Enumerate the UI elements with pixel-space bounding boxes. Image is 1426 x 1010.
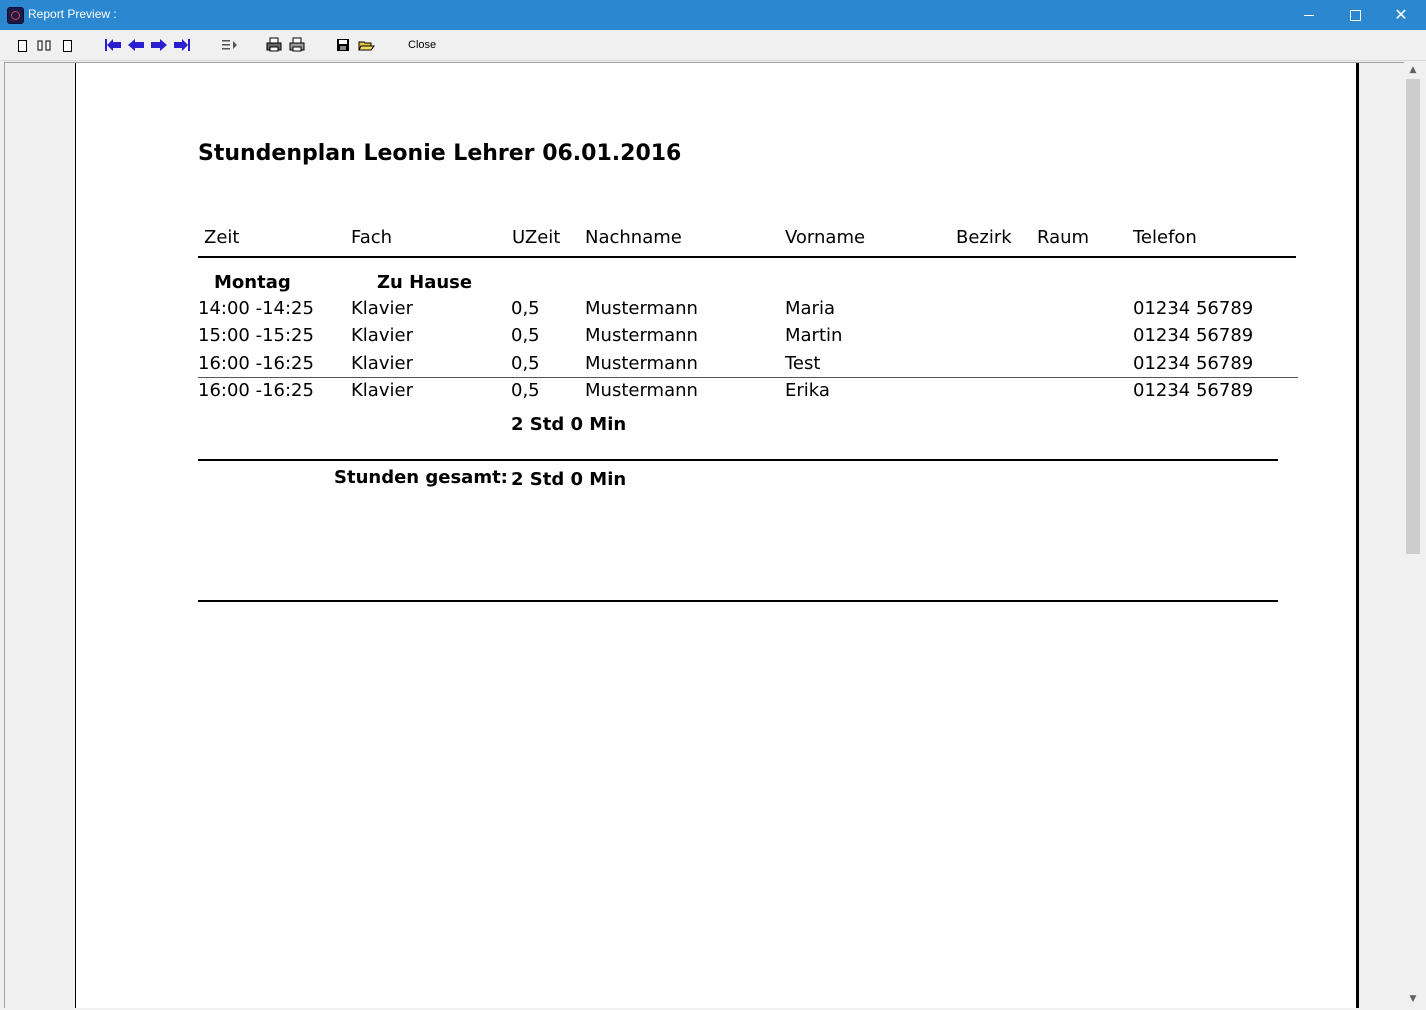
cell-vorname: Test	[785, 353, 821, 374]
column-header-raum: Raum	[1037, 227, 1090, 248]
page-width-icon	[63, 40, 72, 52]
column-header-nachname: Nachname	[585, 227, 682, 248]
scroll-down-button[interactable]: ▼	[1404, 991, 1422, 1007]
close-icon: ✕	[1394, 5, 1408, 24]
toolbar: Close	[0, 30, 1426, 61]
previous-page-icon	[128, 39, 144, 51]
cell-nachname: Mustermann	[585, 353, 698, 374]
cell-zeit: 15:00 -15:25	[198, 325, 314, 346]
total-divider	[198, 459, 1278, 461]
next-page-button[interactable]	[150, 37, 170, 53]
report-page: Stundenplan Leonie Lehrer 06.01.2016 Zei…	[75, 63, 1359, 1008]
group-total: 2 Std 0 Min	[511, 414, 627, 435]
vertical-scrollbar[interactable]: ▲ ▼	[1404, 62, 1422, 1007]
grand-total-value: 2 Std 0 Min	[511, 469, 627, 490]
cell-telefon: 01234 56789	[1133, 325, 1254, 346]
cell-nachname: Mustermann	[585, 380, 698, 401]
cell-uzeit: 0,5	[511, 325, 540, 346]
cell-vorname: Erika	[785, 380, 830, 401]
close-window-button[interactable]: ✕	[1378, 0, 1424, 30]
app-icon	[7, 7, 24, 24]
cell-telefon: 01234 56789	[1133, 380, 1254, 401]
previous-page-button[interactable]	[127, 37, 147, 53]
last-page-icon	[174, 39, 190, 51]
header-divider	[198, 256, 1296, 258]
save-button[interactable]	[334, 37, 354, 53]
cell-zeit: 16:00 -16:25	[198, 380, 314, 401]
save-icon	[337, 39, 349, 51]
cell-nachname: Mustermann	[585, 298, 698, 319]
maximize-button[interactable]	[1332, 0, 1378, 30]
cell-uzeit: 0,5	[511, 380, 540, 401]
cell-fach: Klavier	[351, 325, 413, 346]
preview-area: Stundenplan Leonie Lehrer 06.01.2016 Zei…	[4, 62, 1407, 1008]
column-header-bezirk: Bezirk	[956, 227, 1012, 248]
chevron-down-icon: ▼	[1409, 994, 1417, 1004]
column-header-telefon: Telefon	[1133, 227, 1197, 248]
printer-setup-button[interactable]	[265, 37, 285, 53]
two-pages-button[interactable]	[35, 37, 57, 53]
grand-total-label: Stunden gesamt:	[334, 467, 508, 488]
page-width-button[interactable]	[58, 37, 80, 53]
cell-fach: Klavier	[351, 380, 413, 401]
close-button[interactable]: Close	[408, 39, 436, 51]
cell-zeit: 16:00 -16:25	[198, 353, 314, 374]
single-page-icon	[18, 40, 27, 52]
footer-divider	[198, 600, 1278, 602]
cell-zeit: 14:00 -14:25	[198, 298, 314, 319]
group-location: Zu Hause	[377, 272, 473, 293]
print-button[interactable]	[288, 37, 308, 53]
report-title: Stundenplan Leonie Lehrer 06.01.2016	[198, 141, 682, 166]
first-page-icon	[105, 39, 121, 51]
two-pages-icon	[37, 40, 51, 51]
window-title: Report Preview :	[28, 7, 117, 21]
print-icon	[289, 37, 305, 52]
goto-page-icon	[222, 40, 237, 50]
single-page-button[interactable]	[12, 37, 34, 53]
group-day: Montag	[214, 272, 291, 293]
cell-nachname: Mustermann	[585, 325, 698, 346]
cell-vorname: Martin	[785, 325, 843, 346]
column-header-uzeit: UZeit	[512, 227, 561, 248]
row-separator	[198, 377, 1298, 378]
minimize-button[interactable]	[1286, 0, 1332, 30]
column-header-fach: Fach	[351, 227, 393, 248]
open-icon	[358, 41, 375, 51]
last-page-button[interactable]	[173, 37, 193, 53]
open-button[interactable]	[357, 37, 377, 53]
chevron-up-icon: ▲	[1409, 65, 1417, 75]
printer-setup-icon	[266, 37, 282, 52]
cell-fach: Klavier	[351, 298, 413, 319]
cell-telefon: 01234 56789	[1133, 298, 1254, 319]
goto-page-button[interactable]	[220, 37, 240, 53]
scroll-thumb[interactable]	[1406, 79, 1420, 554]
next-page-icon	[151, 39, 167, 51]
scroll-up-button[interactable]: ▲	[1404, 62, 1422, 78]
column-header-zeit: Zeit	[204, 227, 240, 248]
maximize-icon	[1349, 9, 1361, 21]
cell-uzeit: 0,5	[511, 353, 540, 374]
title-bar: Report Preview : ✕	[0, 0, 1426, 30]
cell-uzeit: 0,5	[511, 298, 540, 319]
cell-fach: Klavier	[351, 353, 413, 374]
first-page-button[interactable]	[104, 37, 124, 53]
cell-telefon: 01234 56789	[1133, 353, 1254, 374]
minimize-icon	[1304, 14, 1314, 16]
cell-vorname: Maria	[785, 298, 835, 319]
column-header-vorname: Vorname	[785, 227, 866, 248]
